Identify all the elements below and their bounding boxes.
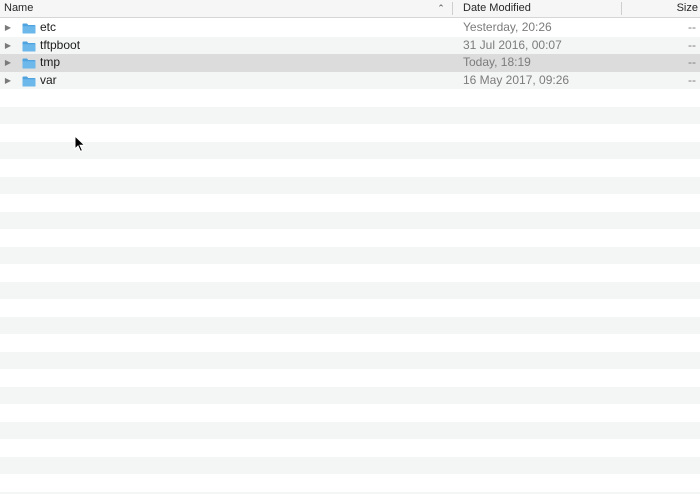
empty-row — [0, 264, 700, 282]
empty-row — [0, 211, 700, 229]
file-row-tftpboot[interactable]: ▶ tftpboot 31 Jul 2016, 00:07 -- — [0, 36, 700, 55]
disclosure-triangle-icon[interactable]: ▶ — [4, 37, 12, 55]
empty-row — [0, 194, 700, 212]
empty-row — [0, 299, 700, 317]
empty-row — [0, 474, 700, 492]
file-date-modified: 16 May 2017, 09:26 — [463, 72, 570, 87]
file-row-tmp[interactable]: ▶ tmp Today, 18:19 -- — [0, 54, 700, 72]
file-name: tftpboot — [40, 37, 81, 52]
empty-row — [0, 246, 700, 264]
file-list: ▶ etc Yesterday, 20:26 -- ▶ tftpboot 31 … — [0, 19, 700, 494]
file-size: -- — [688, 37, 696, 52]
empty-row — [0, 141, 700, 159]
file-name: var — [40, 72, 57, 87]
empty-row — [0, 89, 700, 107]
column-header-date-modified[interactable]: Date Modified — [453, 0, 622, 17]
empty-row — [0, 159, 700, 177]
empty-row — [0, 281, 700, 299]
empty-row — [0, 334, 700, 352]
empty-row — [0, 124, 700, 142]
file-date-modified: Yesterday, 20:26 — [463, 20, 552, 34]
column-header-size[interactable]: Size — [622, 0, 700, 17]
folder-icon — [22, 58, 36, 69]
folder-icon — [22, 23, 36, 34]
empty-row — [0, 386, 700, 404]
empty-row — [0, 369, 700, 387]
file-name: tmp — [40, 55, 61, 69]
mouse-pointer-icon — [74, 135, 86, 153]
column-header-bar: Name ⌃ Date Modified Size — [0, 0, 700, 18]
disclosure-triangle-icon[interactable]: ▶ — [4, 19, 12, 37]
file-date-modified: Today, 18:19 — [463, 55, 531, 69]
empty-row — [0, 176, 700, 194]
file-name: etc — [40, 20, 57, 34]
file-row-etc[interactable]: ▶ etc Yesterday, 20:26 -- — [0, 19, 700, 37]
file-row-var[interactable]: ▶ var 16 May 2017, 09:26 -- — [0, 71, 700, 90]
empty-row — [0, 229, 700, 247]
empty-row — [0, 421, 700, 439]
empty-row — [0, 106, 700, 124]
sort-ascending-icon[interactable]: ⌃ — [436, 0, 446, 17]
empty-row — [0, 404, 700, 422]
finder-list-view: Name ⌃ Date Modified Size ▶ etc Yesterda… — [0, 0, 700, 494]
file-date-modified: 31 Jul 2016, 00:07 — [463, 37, 562, 52]
empty-row — [0, 439, 700, 457]
column-header-name[interactable]: Name — [0, 0, 452, 17]
folder-icon — [22, 76, 36, 87]
disclosure-triangle-icon[interactable]: ▶ — [4, 54, 12, 72]
folder-icon — [22, 41, 36, 52]
empty-row — [0, 351, 700, 369]
empty-row — [0, 316, 700, 334]
file-size: -- — [688, 72, 696, 87]
disclosure-triangle-icon[interactable]: ▶ — [4, 72, 12, 90]
file-size: -- — [688, 55, 696, 69]
empty-row — [0, 456, 700, 474]
file-size: -- — [688, 20, 696, 34]
